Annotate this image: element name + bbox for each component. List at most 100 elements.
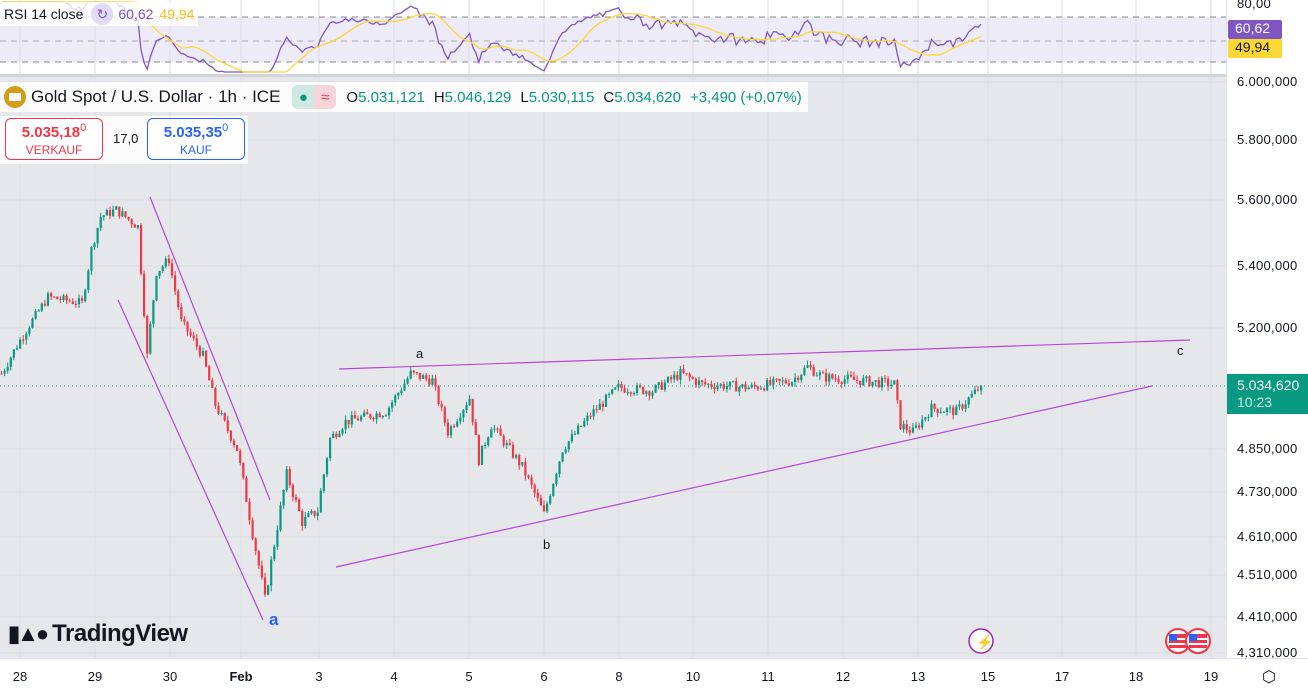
candle (837, 379, 840, 383)
candle (260, 565, 263, 578)
candle (707, 383, 710, 385)
candle (257, 551, 260, 566)
candle (688, 373, 691, 378)
candle (942, 411, 945, 413)
time-tick: Feb (229, 669, 253, 684)
candle (322, 474, 325, 491)
candle (143, 273, 146, 317)
candle (279, 505, 282, 531)
candle (77, 298, 81, 305)
tradingview-logo[interactable]: ▮▲● TradingView (8, 620, 188, 648)
price-axis[interactable]: 80,00 6.000,000 5.800,000 5.600,000 5.400,0… (1226, 0, 1308, 660)
candle (812, 367, 815, 376)
time-axis[interactable]: 28 29 30 Feb 3 4 5 6 8 10 11 12 13 15 17 18 19 ⬡ (0, 658, 1308, 697)
candle (608, 393, 611, 395)
candle (344, 419, 347, 430)
candle (121, 211, 124, 217)
candle (871, 381, 874, 387)
candle (880, 377, 883, 388)
candle (921, 419, 924, 428)
candle (37, 310, 40, 312)
candle (170, 263, 174, 276)
tv-logo-icon: ▮▲● (8, 621, 49, 646)
candle (632, 393, 635, 395)
candle (763, 388, 766, 391)
candle (595, 409, 598, 411)
candle (245, 477, 248, 502)
time-tick: 17 (1054, 669, 1070, 684)
candle (552, 484, 555, 496)
candle (601, 403, 604, 407)
candle (546, 503, 549, 512)
rsi-legend[interactable]: RSI 14 close ↻ 60,62 49,94 (0, 2, 199, 26)
price-tick: 4.850,000 (1237, 441, 1298, 456)
candle (394, 395, 397, 403)
candle (409, 370, 412, 379)
candle (291, 485, 294, 497)
candle (518, 455, 521, 466)
candle (883, 377, 887, 379)
candle (418, 372, 422, 379)
candle (71, 301, 74, 304)
candle (623, 388, 626, 393)
candle (133, 224, 136, 228)
candle (319, 490, 322, 513)
market-open-icon: ● (292, 85, 315, 109)
candle (28, 327, 31, 334)
candle (183, 319, 186, 322)
candle (124, 211, 127, 218)
candle (115, 206, 118, 210)
sell-button[interactable]: 5.035,180 VERKAUF (5, 118, 103, 160)
candle (220, 413, 223, 415)
candle (226, 420, 229, 431)
candle (666, 376, 670, 383)
rsi-value: 60,62 (118, 6, 154, 22)
candle (307, 513, 310, 517)
candle (338, 433, 341, 438)
candle (25, 333, 28, 340)
candle (99, 216, 102, 229)
symbol-legend[interactable]: Gold Spot / U.S. Dollar · 1h · ICE ● ≈ O… (0, 82, 808, 112)
candle (775, 378, 778, 380)
candle (846, 374, 849, 380)
candle (670, 376, 673, 380)
svg-text:⚡: ⚡ (976, 634, 993, 651)
candle (425, 375, 428, 379)
buy-button[interactable]: 5.035,350 KAUF (147, 118, 245, 160)
time-tick: 3 (315, 669, 323, 684)
candle (127, 217, 130, 220)
candle (462, 410, 465, 418)
candle (877, 380, 880, 388)
candle (533, 484, 536, 493)
candle (406, 378, 409, 384)
candle (645, 391, 648, 394)
candle (515, 455, 518, 458)
rsi-axis-tick: 80,00 (1237, 0, 1272, 11)
time-tick: 12 (835, 669, 851, 684)
candle (459, 417, 462, 422)
time-tick: 30 (162, 669, 178, 684)
candle (542, 505, 546, 512)
candle (161, 266, 164, 271)
candle (490, 429, 493, 438)
pane-separator (0, 74, 1226, 77)
candle (360, 416, 363, 421)
wave-label-c: c (1177, 343, 1184, 358)
candle (927, 417, 930, 419)
candle (570, 434, 573, 442)
candle (208, 366, 211, 381)
wave-label-b: b (543, 537, 551, 552)
candle (232, 440, 236, 446)
candle (704, 382, 707, 385)
status-pill[interactable]: ● ≈ (292, 85, 337, 109)
candle (908, 430, 911, 433)
refresh-icon[interactable]: ↻ (91, 3, 114, 25)
rsi-ma-value: 49,94 (159, 6, 195, 22)
candle (189, 331, 192, 336)
symbol-title[interactable]: Gold Spot / U.S. Dollar · 1h · ICE (31, 87, 280, 107)
candle (325, 458, 329, 475)
candle (192, 335, 195, 339)
settings-icon[interactable]: ⬡ (1262, 667, 1276, 687)
candle (254, 538, 257, 552)
candle (511, 444, 515, 458)
